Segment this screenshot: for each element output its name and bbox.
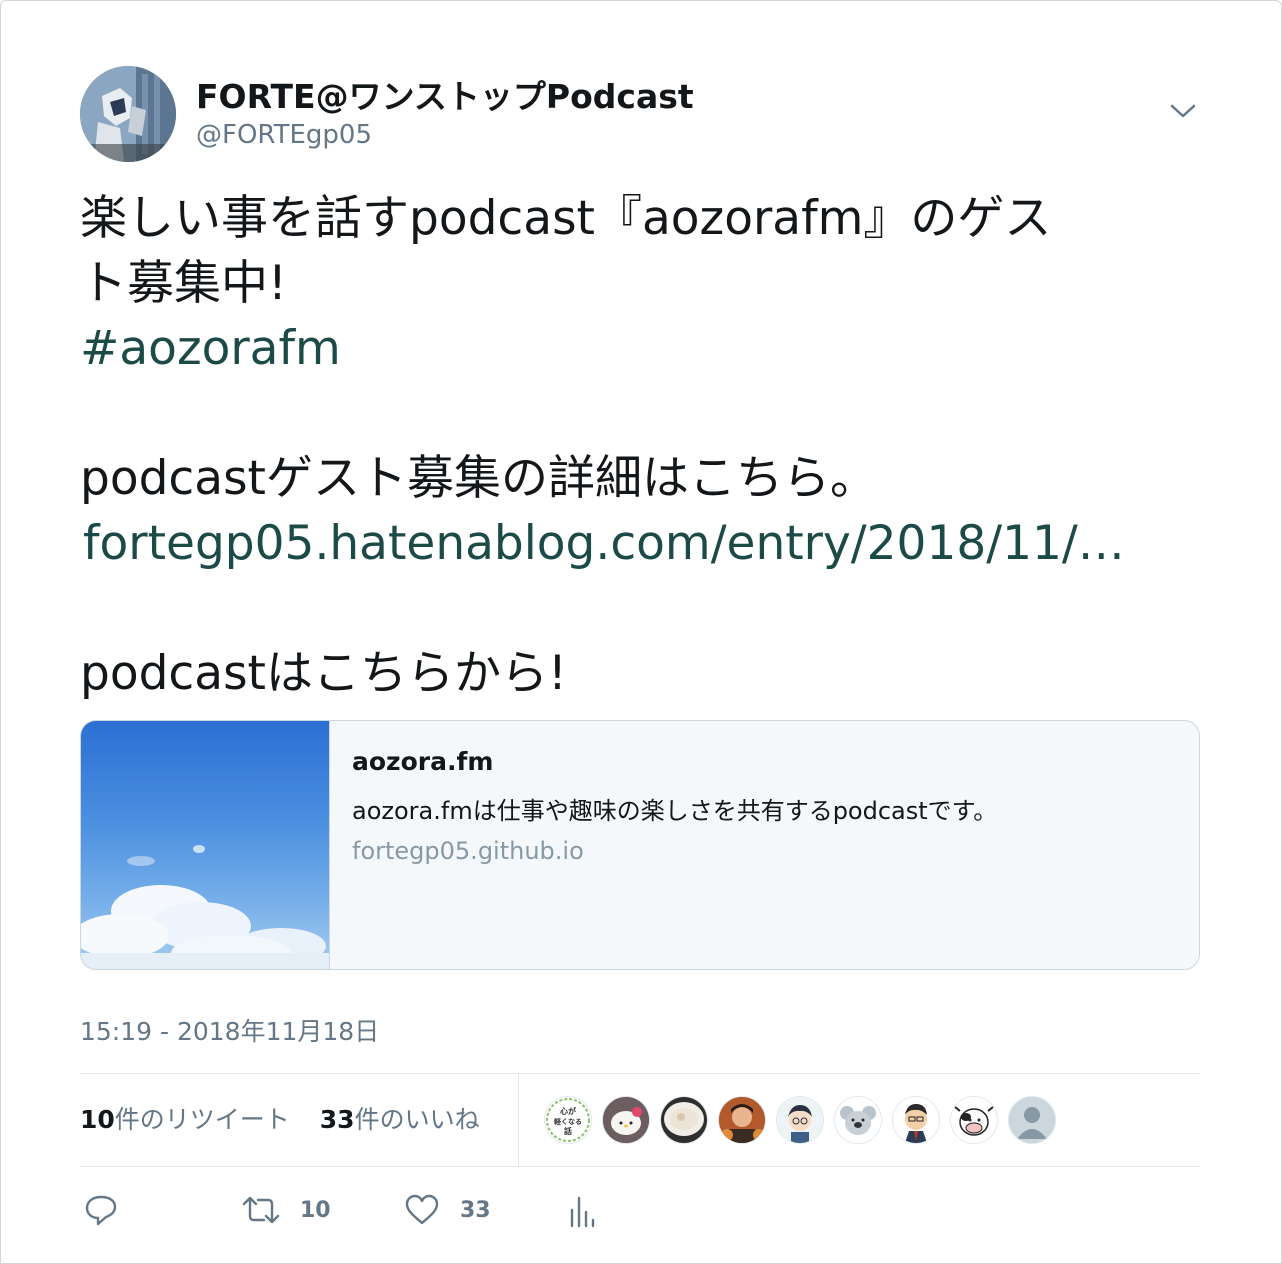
liker-avatar[interactable]: 心が 軽くなる 話: [544, 1096, 592, 1144]
liker-avatar[interactable]: [718, 1096, 766, 1144]
liker-avatar[interactable]: [602, 1096, 650, 1144]
like-stat-count: 33: [319, 1105, 355, 1134]
liker-avatar[interactable]: [660, 1096, 708, 1144]
tweet-text-line: podcastゲスト募集の詳細はこちら。: [80, 451, 877, 506]
retweet-stat[interactable]: 10件のリツイート: [80, 1105, 290, 1134]
heart-icon: [405, 1194, 439, 1225]
retweet-stat-count: 10: [80, 1105, 115, 1134]
divider: [80, 1166, 1200, 1167]
svg-text:軽くなる: 軽くなる: [554, 1117, 582, 1126]
retweet-button[interactable]: 10: [242, 1194, 331, 1226]
link-card[interactable]: aozora.fm aozora.fmは仕事や趣味の楽しさを共有するpodcas…: [80, 720, 1200, 970]
liker-avatar[interactable]: [776, 1096, 824, 1144]
tweet-text-line: 楽しい事を話すpodcast『aozorafm』のゲス: [80, 191, 1052, 246]
tweet-text: 楽しい事を話すpodcast『aozorafm』のゲス ト募集中! #aozor…: [80, 186, 1190, 706]
like-stat[interactable]: 33件のいいね: [320, 1105, 480, 1134]
stats-divider: [518, 1074, 519, 1166]
tweet-text-line: podcastはこちらから!: [80, 646, 567, 701]
svg-text:心が: 心が: [560, 1106, 577, 1116]
author-avatar[interactable]: [80, 66, 176, 162]
svg-text:話: 話: [564, 1126, 572, 1136]
liker-avatar[interactable]: [834, 1096, 882, 1144]
like-stat-label: 件のいいね: [354, 1105, 480, 1134]
card-description: aozora.fmは仕事や趣味の楽しさを共有するpodcastです。: [352, 797, 998, 825]
author-name[interactable]: FORTE@ワンストップPodcast: [196, 70, 694, 118]
card-domain: fortegp05.github.io: [352, 837, 584, 865]
url-link[interactable]: fortegp05.hatenablog.com/entry/2018/11/…: [80, 511, 1190, 576]
tweet-stats: 10件のリツイート 33件のいいね: [80, 1100, 502, 1136]
retweet-count: 10: [300, 1197, 331, 1223]
analytics-icon: [570, 1196, 595, 1228]
like-count: 33: [460, 1197, 491, 1223]
reply-button[interactable]: [84, 1194, 118, 1226]
tweet-timestamp[interactable]: 15:19 - 2018年11月18日: [80, 1012, 379, 1048]
reply-icon: [85, 1195, 117, 1226]
chevron-down-icon[interactable]: [1168, 100, 1198, 122]
divider: [80, 1073, 1200, 1074]
like-button[interactable]: 33: [404, 1194, 491, 1226]
retweet-stat-label: 件のリツイート: [114, 1105, 290, 1134]
liker-avatar[interactable]: [1008, 1096, 1056, 1144]
author-handle[interactable]: @FORTEgp05: [196, 120, 372, 150]
liker-avatar[interactable]: [892, 1096, 940, 1144]
hashtag-link[interactable]: #aozorafm: [80, 316, 1190, 381]
analytics-button[interactable]: [566, 1194, 596, 1228]
retweet-icon: [242, 1196, 280, 1224]
card-thumbnail: [81, 721, 330, 969]
liker-avatar[interactable]: [950, 1096, 998, 1144]
card-title: aozora.fm: [352, 747, 494, 776]
tweet-text-line: ト募集中!: [80, 256, 287, 311]
